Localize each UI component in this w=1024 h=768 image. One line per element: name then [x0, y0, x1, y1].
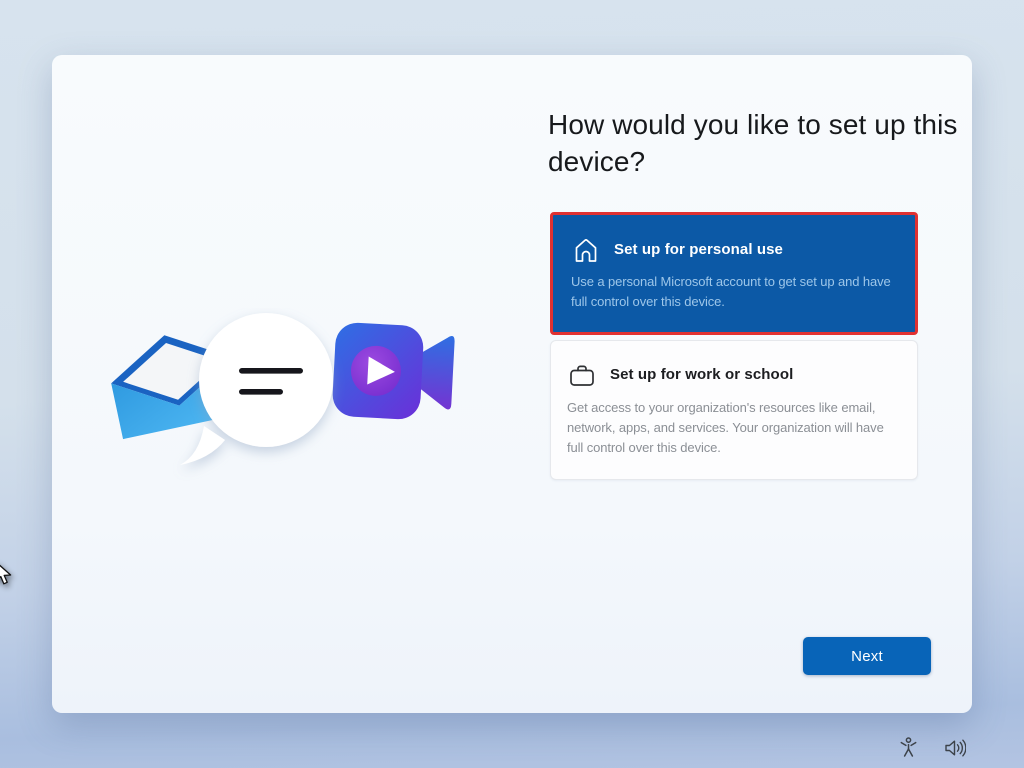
- communication-illustration: [106, 308, 458, 484]
- mouse-cursor: [0, 561, 18, 587]
- option-title: Set up for work or school: [610, 366, 793, 383]
- video-camera-icon: [332, 322, 456, 422]
- briefcase-icon: [567, 360, 597, 388]
- volume-icon[interactable]: [944, 739, 966, 757]
- option-personal-use[interactable]: Set up for personal use Use a personal M…: [550, 212, 918, 335]
- option-description: Get access to your organization's resour…: [567, 398, 903, 458]
- page-title: How would you like to set up this device…: [548, 106, 988, 180]
- speech-bubble-icon: [180, 313, 333, 465]
- option-work-or-school[interactable]: Set up for work or school Get access to …: [550, 340, 918, 480]
- home-icon: [571, 235, 601, 263]
- next-button[interactable]: Next: [803, 637, 931, 675]
- system-tray: [899, 737, 966, 758]
- option-description: Use a personal Microsoft account to get …: [571, 272, 897, 312]
- setup-options: Set up for personal use Use a personal M…: [550, 212, 918, 480]
- accessibility-icon[interactable]: [899, 737, 918, 758]
- option-title: Set up for personal use: [614, 241, 783, 258]
